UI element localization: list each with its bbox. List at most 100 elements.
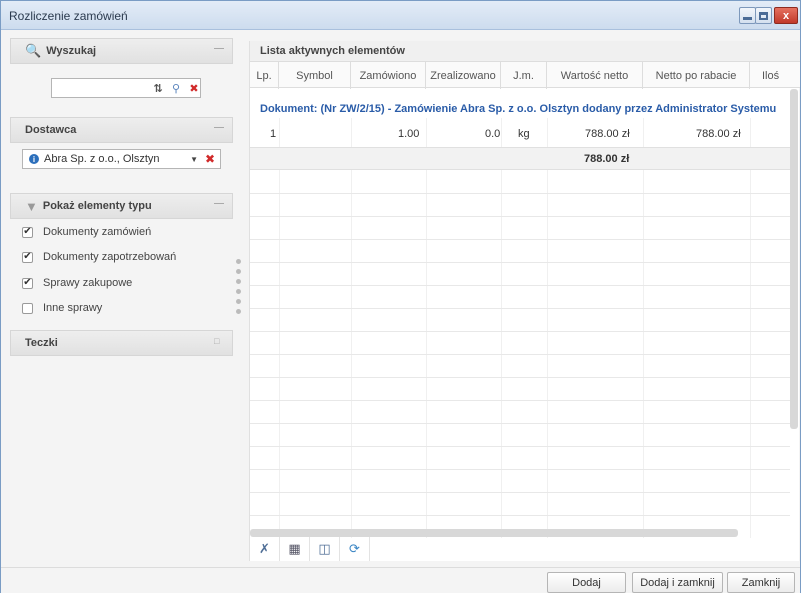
checkbox-unchecked-icon[interactable] <box>22 302 33 314</box>
column-header-quantity[interactable]: Iloś <box>750 62 790 89</box>
type-requests-label: Dokumenty zapotrzebowań <box>43 251 177 263</box>
grid-line <box>279 118 280 538</box>
filter-icon: ▼ <box>25 198 38 214</box>
add-and-close-button[interactable]: Dodaj i zamknij <box>632 572 723 593</box>
checkbox-checked-icon[interactable]: ✔ <box>22 251 33 263</box>
cell-realized: 0.0 <box>485 128 501 140</box>
type-orders-label: Dokumenty zamówień <box>43 226 152 238</box>
maximize-icon <box>759 11 768 20</box>
type-other-label: Inne sprawy <box>43 302 103 314</box>
collapse-icon[interactable]: — <box>214 123 224 134</box>
type-purchases-checkbox[interactable]: ✔ Sprawy zakupowe <box>22 277 132 289</box>
grid-line <box>547 118 548 538</box>
grid-line <box>250 262 790 263</box>
grid-line <box>426 118 427 538</box>
collapse-icon[interactable]: — <box>214 44 224 55</box>
grid-line <box>501 118 502 538</box>
supplier-panel-header[interactable]: Dostawca — <box>10 117 233 143</box>
column-header-net-discount[interactable]: Netto po rabacie <box>643 62 750 89</box>
grip-icon <box>235 299 241 304</box>
title-bar: Rozliczenie zamówień x <box>1 1 800 30</box>
column-header-symbol[interactable]: Symbol <box>279 62 351 89</box>
grid-line <box>250 193 790 194</box>
grid-line <box>250 377 790 378</box>
summary-row: 788.00 zł <box>250 147 790 170</box>
grid-line <box>250 308 790 309</box>
grip-icon <box>235 279 241 284</box>
add-button[interactable]: Dodaj <box>547 572 626 593</box>
grid-line <box>250 400 790 401</box>
grid-line <box>250 423 790 424</box>
horizontal-scrollbar[interactable] <box>250 529 738 537</box>
column-header-lp[interactable]: Lp. <box>250 62 279 89</box>
cell-ordered: 1.00 <box>398 128 420 140</box>
cell-unit: kg <box>518 128 530 140</box>
refresh-icon[interactable]: ⟳ <box>340 537 370 561</box>
minimize-icon <box>743 17 752 20</box>
grid-caption: Lista aktywnych elementów <box>250 41 800 61</box>
grip-icon <box>235 259 241 264</box>
window: Rozliczenie zamówień x 🔍 Wyszukaj — ⇅ ⚲ … <box>0 0 801 593</box>
type-other-checkbox[interactable]: Inne sprawy <box>22 302 102 314</box>
search-panel-header[interactable]: 🔍 Wyszukaj — <box>10 38 233 64</box>
close-icon: x <box>782 9 790 22</box>
expand-icon[interactable]: □ <box>214 337 224 347</box>
type-requests-checkbox[interactable]: ✔ Dokumenty zapotrzebowań <box>22 251 176 263</box>
grid-line <box>750 118 751 538</box>
grid-line <box>250 239 790 240</box>
calculator-icon[interactable]: ▦ <box>280 537 310 561</box>
checkbox-checked-icon[interactable]: ✔ <box>22 277 33 289</box>
clear-search-icon[interactable]: ✖ <box>186 79 202 97</box>
type-purchases-label: Sprawy zakupowe <box>43 277 133 289</box>
supplier-select[interactable]: i Abra Sp. z o.o., Olsztyn ▼ ✖ <box>22 149 221 169</box>
type-orders-checkbox[interactable]: ✔ Dokumenty zamówień <box>22 226 151 238</box>
column-header-realized[interactable]: Zrealizowano <box>426 62 501 89</box>
grid-line <box>250 331 790 332</box>
supplier-panel-title: Dostawca <box>25 124 77 136</box>
info-icon[interactable]: i <box>29 154 39 164</box>
grid-line <box>351 118 352 538</box>
grid-line <box>250 469 790 470</box>
items-grid: Lista aktywnych elementów Lp. Symbol Zam… <box>249 41 800 561</box>
folders-panel-title: Teczki <box>25 337 58 349</box>
grip-icon <box>235 269 241 274</box>
vertical-scrollbar[interactable] <box>790 89 798 429</box>
panel-splitter[interactable] <box>235 259 241 319</box>
search-button-icon[interactable]: ⚲ <box>168 79 184 97</box>
search-tools: ⇅ ⚲ ✖ <box>150 79 202 97</box>
tools-icon[interactable]: ✗ <box>250 537 280 561</box>
grid-header: Lp. Symbol Zamówiono Zrealizowano J.m. W… <box>250 61 800 89</box>
cell-lp: 1 <box>270 128 277 140</box>
chevron-down-icon[interactable]: ▼ <box>190 155 198 164</box>
grid-line <box>250 492 790 493</box>
grid-line <box>250 446 790 447</box>
cell-net-discount: 788.00 zł <box>696 128 741 140</box>
columns-icon[interactable]: ◫ <box>310 537 340 561</box>
maximize-button[interactable] <box>755 7 772 24</box>
supplier-value: Abra Sp. z o.o., Olsztyn <box>44 153 160 165</box>
grid-line <box>643 118 644 538</box>
grid-line <box>250 354 790 355</box>
checkbox-checked-icon[interactable]: ✔ <box>22 226 33 238</box>
folders-panel-header[interactable]: Teczki □ <box>10 330 233 356</box>
types-panel-title: Pokaż elementy typu <box>42 200 152 212</box>
document-group-row[interactable]: Dokument: (Nr ZW/2/15) - Zamówienie Abra… <box>260 103 776 115</box>
column-header-unit[interactable]: J.m. <box>501 62 547 89</box>
close-window-button[interactable]: x <box>774 7 798 24</box>
types-panel-header[interactable]: ▼ Pokaż elementy typu — <box>10 193 233 219</box>
dialog-footer: Dodaj Dodaj i zamknij Zamknij <box>1 567 800 593</box>
grid-line <box>250 216 790 217</box>
grip-icon <box>235 309 241 314</box>
column-header-net[interactable]: Wartość netto <box>547 62 643 89</box>
grid-line <box>250 515 790 516</box>
search-panel-title: Wyszukaj <box>46 45 97 57</box>
search-icon: 🔍 <box>25 43 42 58</box>
clear-supplier-icon[interactable]: ✖ <box>205 152 215 166</box>
collapse-icon[interactable]: — <box>214 199 224 210</box>
sort-icon[interactable]: ⇅ <box>150 79 166 97</box>
grid-toolbar: ✗ ▦ ◫ ⟳ <box>250 537 800 561</box>
summary-net: 788.00 zł <box>584 153 630 165</box>
minimize-button[interactable] <box>739 7 756 24</box>
close-button[interactable]: Zamknij <box>727 572 795 593</box>
column-header-ordered[interactable]: Zamówiono <box>351 62 426 89</box>
